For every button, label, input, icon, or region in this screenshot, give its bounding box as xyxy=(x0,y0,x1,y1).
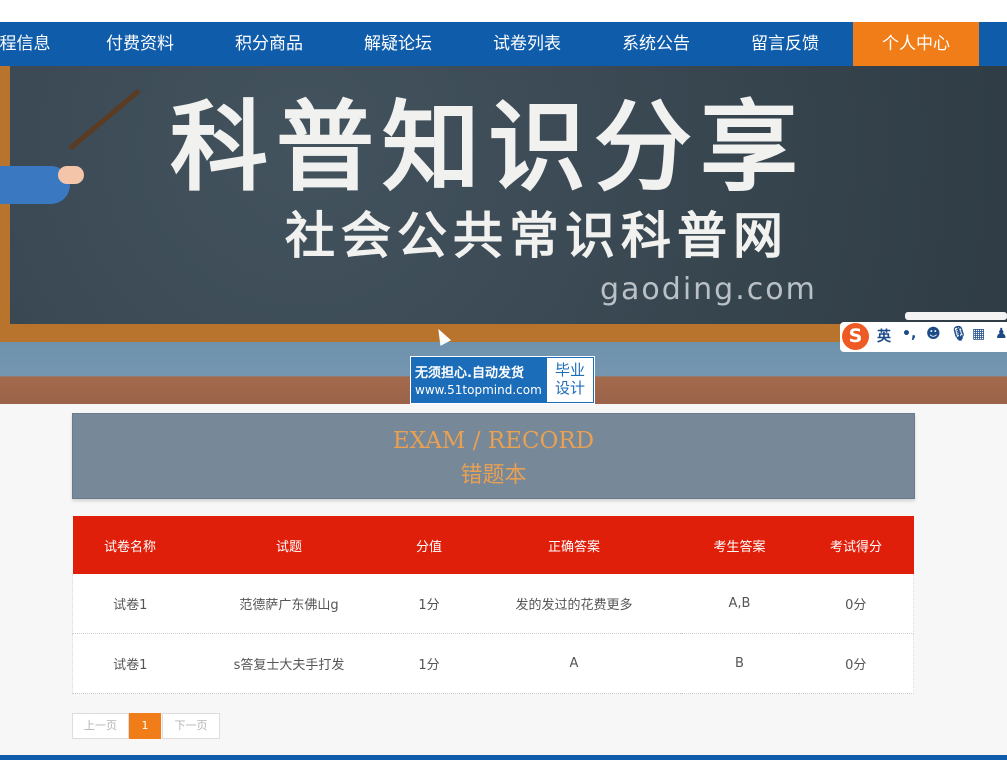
column-header-exam-name: 试卷名称 xyxy=(72,516,188,574)
section-header: EXAM / RECORD 错题本 xyxy=(72,413,915,499)
banner-domain: gaoding.com xyxy=(600,272,817,307)
next-page-button[interactable]: 下一页 xyxy=(162,713,220,739)
cell-exam-name: 试卷1 xyxy=(72,574,188,634)
nav-item-feedback[interactable]: 留言反馈 xyxy=(733,22,837,66)
board-frame-left xyxy=(0,66,10,342)
nav-item-points-goods[interactable]: 积分商品 xyxy=(217,22,321,66)
top-strip xyxy=(0,0,1007,22)
column-header-student-answer: 考生答案 xyxy=(680,516,799,574)
section-title-en: EXAM / RECORD xyxy=(392,428,595,454)
nav-item-course-info[interactable]: 程信息 xyxy=(0,22,56,66)
footer-bar xyxy=(0,755,1007,760)
column-header-correct-answer: 正确答案 xyxy=(467,516,681,574)
ad-banner[interactable]: 无须担心.自动发货 www.51topmind.com 毕业 设计 xyxy=(410,356,595,404)
table-row: 试卷1 s答复士大夫手打发 1分 A B 0分 xyxy=(72,633,914,694)
cell-correct-answer: 发的发过的花费更多 xyxy=(467,574,681,634)
microphone-icon[interactable]: 🎙 xyxy=(950,326,968,342)
ime-language-toggle[interactable]: 英 xyxy=(877,326,891,346)
table-row: 试卷1 范德萨广东佛山g 1分 发的发过的花费更多 A,B 0分 xyxy=(72,574,914,634)
ad-badge-line1: 毕业 xyxy=(554,361,585,379)
nav-item-exam-list[interactable]: 试卷列表 xyxy=(475,22,579,66)
cell-score: 0分 xyxy=(798,574,914,634)
table-header-row: 试卷名称 试题 分值 正确答案 考生答案 考试得分 xyxy=(72,516,914,574)
ime-punctuation-toggle[interactable]: •, xyxy=(902,326,916,342)
banner-title: 科普知识分享 xyxy=(170,91,807,205)
ad-slogan: 无须担心.自动发货 xyxy=(415,366,524,381)
cell-student-answer: B xyxy=(680,633,799,694)
main-nav: 程信息 付费资料 积分商品 解疑论坛 试卷列表 系统公告 留言反馈 个人中心 xyxy=(0,22,1007,66)
ad-badge: 毕业 设计 xyxy=(547,358,593,402)
emoji-icon[interactable]: ☻ xyxy=(926,326,941,342)
column-header-question: 试题 xyxy=(187,516,391,574)
page-1-button[interactable]: 1 xyxy=(129,713,161,739)
column-header-score: 考试得分 xyxy=(798,516,914,574)
banner-chalk-line xyxy=(905,312,1007,320)
sogou-logo-icon[interactable]: S xyxy=(842,323,869,350)
teacher-hand xyxy=(58,166,84,184)
nav-item-paid-materials[interactable]: 付费资料 xyxy=(88,22,192,66)
nav-item-personal-center[interactable]: 个人中心 xyxy=(853,22,979,66)
nav-tail xyxy=(979,22,1007,66)
nav-item-forum[interactable]: 解疑论坛 xyxy=(346,22,450,66)
cell-points: 1分 xyxy=(390,633,468,694)
ad-badge-line2: 设计 xyxy=(554,379,585,397)
cell-question: s答复士大夫手打发 xyxy=(187,633,391,694)
cell-score: 0分 xyxy=(798,633,914,694)
cell-question: 范德萨广东佛山g xyxy=(187,574,391,634)
cell-correct-answer: A xyxy=(467,633,681,694)
ime-toolbar[interactable]: S 英 •, ☻ 🎙 ▦ ♟ xyxy=(840,322,1007,352)
keyboard-icon[interactable]: ▦ xyxy=(972,326,985,342)
banner-subtitle: 社会公共常识科普网 xyxy=(285,207,789,265)
cell-student-answer: A,B xyxy=(680,574,799,634)
ad-url[interactable]: www.51topmind.com xyxy=(415,383,542,397)
user-icon[interactable]: ♟ xyxy=(995,326,1007,342)
wrong-answers-table: 试卷名称 试题 分值 正确答案 考生答案 考试得分 试卷1 范德萨广东佛山g 1… xyxy=(72,516,914,694)
column-header-points: 分值 xyxy=(390,516,468,574)
cell-exam-name: 试卷1 xyxy=(72,633,188,694)
nav-item-announcements[interactable]: 系统公告 xyxy=(604,22,708,66)
cell-points: 1分 xyxy=(390,574,468,634)
prev-page-button[interactable]: 上一页 xyxy=(72,713,129,739)
hero-banner: 科普知识分享 社会公共常识科普网 gaoding.com S 英 •, ☻ 🎙 … xyxy=(0,66,1007,404)
section-title-cn: 错题本 xyxy=(460,463,527,488)
